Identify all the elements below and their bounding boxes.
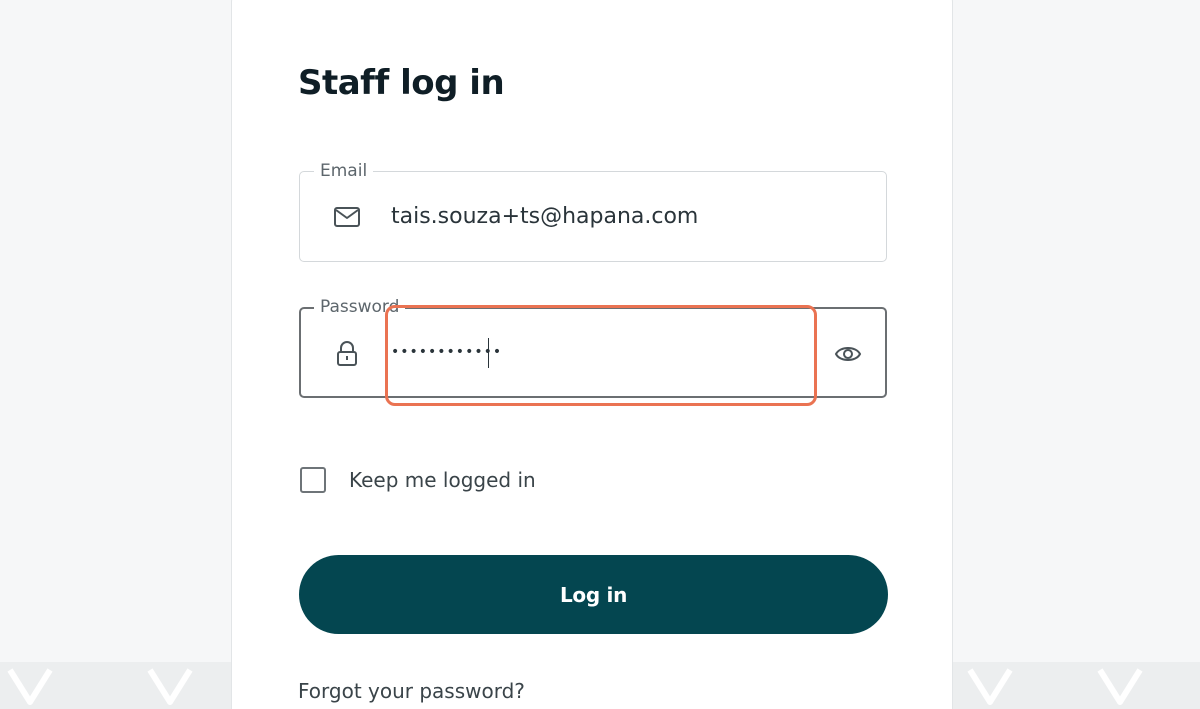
password-label: Password	[314, 296, 406, 318]
login-card: Staff log in Email tais.souza+ts@hapana.…	[231, 0, 953, 709]
login-button[interactable]: Log in	[299, 555, 888, 634]
mail-icon	[333, 205, 361, 229]
forgot-password-link[interactable]: Forgot your password?	[298, 679, 525, 703]
password-field[interactable]: Password ••••••••••••	[299, 296, 887, 398]
keep-logged-in-label: Keep me logged in	[349, 468, 536, 492]
eye-icon[interactable]	[833, 342, 863, 366]
keep-logged-in-checkbox[interactable]	[300, 467, 326, 493]
password-value: ••••••••••••	[391, 344, 503, 360]
page-title: Staff log in	[298, 63, 505, 103]
keep-logged-in-option[interactable]: Keep me logged in	[300, 467, 536, 493]
email-label: Email	[314, 160, 374, 182]
email-value: tais.souza+ts@hapana.com	[391, 204, 699, 229]
text-caret	[488, 338, 489, 368]
email-field[interactable]: Email tais.souza+ts@hapana.com	[299, 160, 887, 262]
lock-icon	[333, 341, 361, 366]
